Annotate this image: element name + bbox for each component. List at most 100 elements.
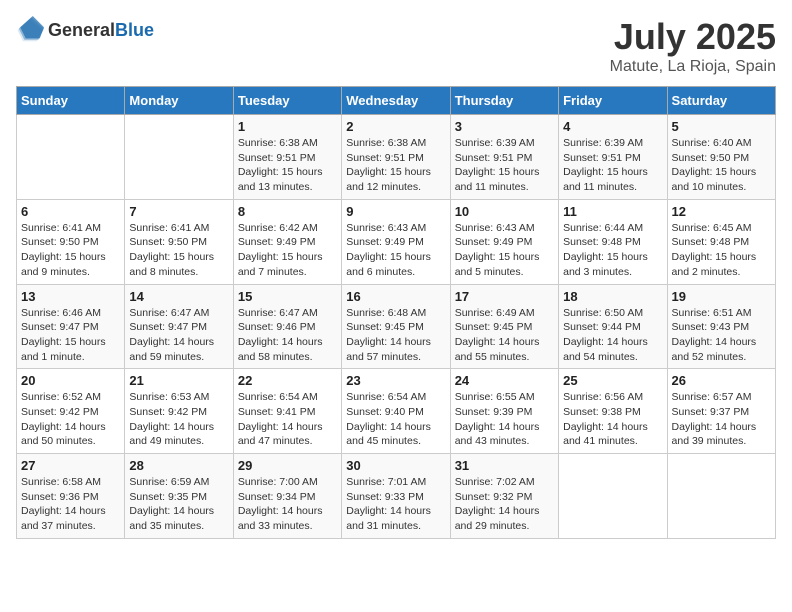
weekday-header-row: SundayMondayTuesdayWednesdayThursdayFrid… — [17, 87, 776, 115]
day-number: 26 — [672, 373, 771, 388]
day-number: 7 — [129, 204, 228, 219]
day-number: 15 — [238, 289, 337, 304]
day-number: 21 — [129, 373, 228, 388]
day-info: Sunrise: 6:56 AM Sunset: 9:38 PM Dayligh… — [563, 390, 662, 449]
day-info: Sunrise: 6:44 AM Sunset: 9:48 PM Dayligh… — [563, 221, 662, 280]
day-number: 25 — [563, 373, 662, 388]
weekday-header: Monday — [125, 87, 233, 115]
calendar-week-row: 13Sunrise: 6:46 AM Sunset: 9:47 PM Dayli… — [17, 284, 776, 369]
day-info: Sunrise: 6:41 AM Sunset: 9:50 PM Dayligh… — [21, 221, 120, 280]
calendar-cell: 8 Sunrise: 6:42 AM Sunset: 9:49 PM Daylig… — [233, 199, 341, 284]
day-info: Sunrise: 6:54 AM Sunset: 9:41 PM Dayligh… — [238, 390, 337, 449]
day-info: Sunrise: 6:43 AM Sunset: 9:49 PM Dayligh… — [346, 221, 445, 280]
day-info: Sunrise: 6:42 AM Sunset: 9:49 PM Dayligh… — [238, 221, 337, 280]
calendar-cell: 20 Sunrise: 6:52 AM Sunset: 9:42 PM Dayli… — [17, 369, 125, 454]
logo-text-general: General — [48, 20, 115, 40]
calendar-cell: 29 Sunrise: 7:00 AM Sunset: 9:34 PM Dayli… — [233, 454, 341, 539]
calendar-cell: 5 Sunrise: 6:40 AM Sunset: 9:50 PM Daylig… — [667, 115, 775, 200]
day-number: 24 — [455, 373, 554, 388]
day-info: Sunrise: 6:47 AM Sunset: 9:46 PM Dayligh… — [238, 306, 337, 365]
logo: GeneralBlue — [16, 16, 154, 44]
calendar-cell: 24Sunrise: 6:55 AM Sunset: 9:39 PM Dayli… — [450, 369, 558, 454]
day-info: Sunrise: 6:39 AM Sunset: 9:51 PM Dayligh… — [455, 136, 554, 195]
calendar-cell — [667, 454, 775, 539]
day-info: Sunrise: 6:48 AM Sunset: 9:45 PM Dayligh… — [346, 306, 445, 365]
calendar-table: SundayMondayTuesdayWednesdayThursdayFrid… — [16, 86, 776, 539]
logo-text-blue: Blue — [115, 20, 154, 40]
calendar-cell — [125, 115, 233, 200]
day-info: Sunrise: 6:45 AM Sunset: 9:48 PM Dayligh… — [672, 221, 771, 280]
weekday-header: Tuesday — [233, 87, 341, 115]
weekday-header: Saturday — [667, 87, 775, 115]
day-number: 17 — [455, 289, 554, 304]
calendar-cell: 14 Sunrise: 6:47 AM Sunset: 9:47 PM Dayli… — [125, 284, 233, 369]
logo-icon — [16, 16, 44, 44]
weekday-header: Sunday — [17, 87, 125, 115]
calendar-cell: 1 Sunrise: 6:38 AM Sunset: 9:51 PM Daylig… — [233, 115, 341, 200]
day-info: Sunrise: 6:58 AM Sunset: 9:36 PM Dayligh… — [21, 475, 120, 534]
weekday-header: Friday — [559, 87, 667, 115]
weekday-header: Wednesday — [342, 87, 450, 115]
calendar-cell: 11Sunrise: 6:44 AM Sunset: 9:48 PM Dayli… — [559, 199, 667, 284]
day-number: 19 — [672, 289, 771, 304]
calendar-cell: 31 Sunrise: 7:02 AM Sunset: 9:32 PM Dayli… — [450, 454, 558, 539]
day-info: Sunrise: 7:01 AM Sunset: 9:33 PM Dayligh… — [346, 475, 445, 534]
day-number: 29 — [238, 458, 337, 473]
day-number: 31 — [455, 458, 554, 473]
day-info: Sunrise: 7:00 AM Sunset: 9:34 PM Dayligh… — [238, 475, 337, 534]
calendar-cell: 21 Sunrise: 6:53 AM Sunset: 9:42 PM Dayli… — [125, 369, 233, 454]
calendar-cell: 22 Sunrise: 6:54 AM Sunset: 9:41 PM Dayli… — [233, 369, 341, 454]
day-number: 1 — [238, 119, 337, 134]
day-number: 16 — [346, 289, 445, 304]
calendar-week-row: 1 Sunrise: 6:38 AM Sunset: 9:51 PM Daylig… — [17, 115, 776, 200]
month-title: July 2025 — [610, 16, 776, 58]
calendar-week-row: 6 Sunrise: 6:41 AM Sunset: 9:50 PM Daylig… — [17, 199, 776, 284]
calendar-cell: 13Sunrise: 6:46 AM Sunset: 9:47 PM Dayli… — [17, 284, 125, 369]
day-number: 22 — [238, 373, 337, 388]
day-info: Sunrise: 6:51 AM Sunset: 9:43 PM Dayligh… — [672, 306, 771, 365]
weekday-header: Thursday — [450, 87, 558, 115]
calendar-cell — [559, 454, 667, 539]
day-number: 4 — [563, 119, 662, 134]
calendar-cell: 3Sunrise: 6:39 AM Sunset: 9:51 PM Daylig… — [450, 115, 558, 200]
day-info: Sunrise: 6:40 AM Sunset: 9:50 PM Dayligh… — [672, 136, 771, 195]
day-info: Sunrise: 6:38 AM Sunset: 9:51 PM Dayligh… — [346, 136, 445, 195]
calendar-cell: 4 Sunrise: 6:39 AM Sunset: 9:51 PM Daylig… — [559, 115, 667, 200]
day-number: 14 — [129, 289, 228, 304]
calendar-cell: 25 Sunrise: 6:56 AM Sunset: 9:38 PM Dayli… — [559, 369, 667, 454]
day-number: 20 — [21, 373, 120, 388]
calendar-cell — [17, 115, 125, 200]
day-number: 23 — [346, 373, 445, 388]
day-number: 6 — [21, 204, 120, 219]
location-title: Matute, La Rioja, Spain — [610, 58, 776, 76]
day-info: Sunrise: 6:41 AM Sunset: 9:50 PM Dayligh… — [129, 221, 228, 280]
day-info: Sunrise: 7:02 AM Sunset: 9:32 PM Dayligh… — [455, 475, 554, 534]
day-number: 30 — [346, 458, 445, 473]
day-info: Sunrise: 6:53 AM Sunset: 9:42 PM Dayligh… — [129, 390, 228, 449]
day-info: Sunrise: 6:54 AM Sunset: 9:40 PM Dayligh… — [346, 390, 445, 449]
calendar-cell: 9 Sunrise: 6:43 AM Sunset: 9:49 PM Daylig… — [342, 199, 450, 284]
day-number: 28 — [129, 458, 228, 473]
day-number: 8 — [238, 204, 337, 219]
day-number: 10 — [455, 204, 554, 219]
calendar-cell: 7 Sunrise: 6:41 AM Sunset: 9:50 PM Daylig… — [125, 199, 233, 284]
calendar-cell: 27 Sunrise: 6:58 AM Sunset: 9:36 PM Dayli… — [17, 454, 125, 539]
day-info: Sunrise: 6:47 AM Sunset: 9:47 PM Dayligh… — [129, 306, 228, 365]
day-number: 5 — [672, 119, 771, 134]
day-info: Sunrise: 6:39 AM Sunset: 9:51 PM Dayligh… — [563, 136, 662, 195]
calendar-cell: 19 Sunrise: 6:51 AM Sunset: 9:43 PM Dayli… — [667, 284, 775, 369]
calendar-cell: 2Sunrise: 6:38 AM Sunset: 9:51 PM Daylig… — [342, 115, 450, 200]
day-number: 27 — [21, 458, 120, 473]
calendar-cell: 6 Sunrise: 6:41 AM Sunset: 9:50 PM Daylig… — [17, 199, 125, 284]
day-info: Sunrise: 6:43 AM Sunset: 9:49 PM Dayligh… — [455, 221, 554, 280]
calendar-cell: 23 Sunrise: 6:54 AM Sunset: 9:40 PM Dayli… — [342, 369, 450, 454]
day-info: Sunrise: 6:49 AM Sunset: 9:45 PM Dayligh… — [455, 306, 554, 365]
title-block: July 2025 Matute, La Rioja, Spain — [610, 16, 776, 76]
day-number: 12 — [672, 204, 771, 219]
day-info: Sunrise: 6:59 AM Sunset: 9:35 PM Dayligh… — [129, 475, 228, 534]
calendar-cell: 16 Sunrise: 6:48 AM Sunset: 9:45 PM Dayli… — [342, 284, 450, 369]
day-info: Sunrise: 6:38 AM Sunset: 9:51 PM Dayligh… — [238, 136, 337, 195]
calendar-cell: 17 Sunrise: 6:49 AM Sunset: 9:45 PM Dayli… — [450, 284, 558, 369]
day-info: Sunrise: 6:52 AM Sunset: 9:42 PM Dayligh… — [21, 390, 120, 449]
day-number: 9 — [346, 204, 445, 219]
